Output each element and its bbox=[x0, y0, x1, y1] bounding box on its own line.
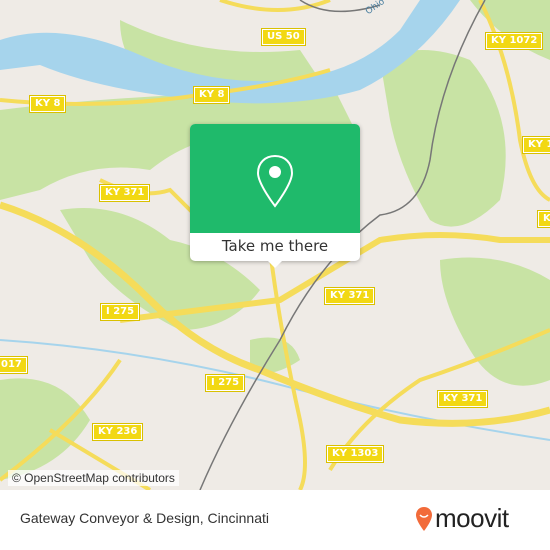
location-popup[interactable]: Take me there bbox=[190, 124, 360, 268]
road-label: KY 236 bbox=[91, 423, 144, 441]
road-label: KY 371 bbox=[98, 184, 151, 202]
road-label: I 275 bbox=[99, 303, 141, 321]
road-label: KY 371 bbox=[323, 287, 376, 305]
attribution[interactable]: © OpenStreetMap contributors bbox=[8, 470, 179, 486]
road-label: 017 bbox=[0, 356, 28, 374]
map[interactable]: Ohio US 50 KY 1072 KY 8 KY 8 KY 371 KY 1… bbox=[0, 0, 550, 490]
moovit-logo: moovit bbox=[415, 503, 509, 534]
road-label: KY 1072 bbox=[484, 32, 544, 50]
place-name: Gateway Conveyor & Design, Cincinnati bbox=[20, 510, 270, 526]
road-label: K bbox=[537, 210, 550, 228]
moovit-pin-icon bbox=[416, 506, 432, 531]
road-label: US 50 bbox=[261, 28, 306, 46]
road-label: I 275 bbox=[204, 374, 246, 392]
map-pin-icon bbox=[256, 154, 294, 208]
road-label: KY 1 bbox=[521, 136, 550, 154]
road-label: KY 8 bbox=[28, 95, 67, 113]
road-label: KY 8 bbox=[192, 86, 231, 104]
road-label: KY 371 bbox=[436, 390, 489, 408]
footer: Gateway Conveyor & Design, Cincinnati mo… bbox=[0, 490, 550, 550]
road-label: KY 1303 bbox=[325, 445, 385, 463]
take-me-there-button[interactable]: Take me there bbox=[190, 233, 360, 259]
